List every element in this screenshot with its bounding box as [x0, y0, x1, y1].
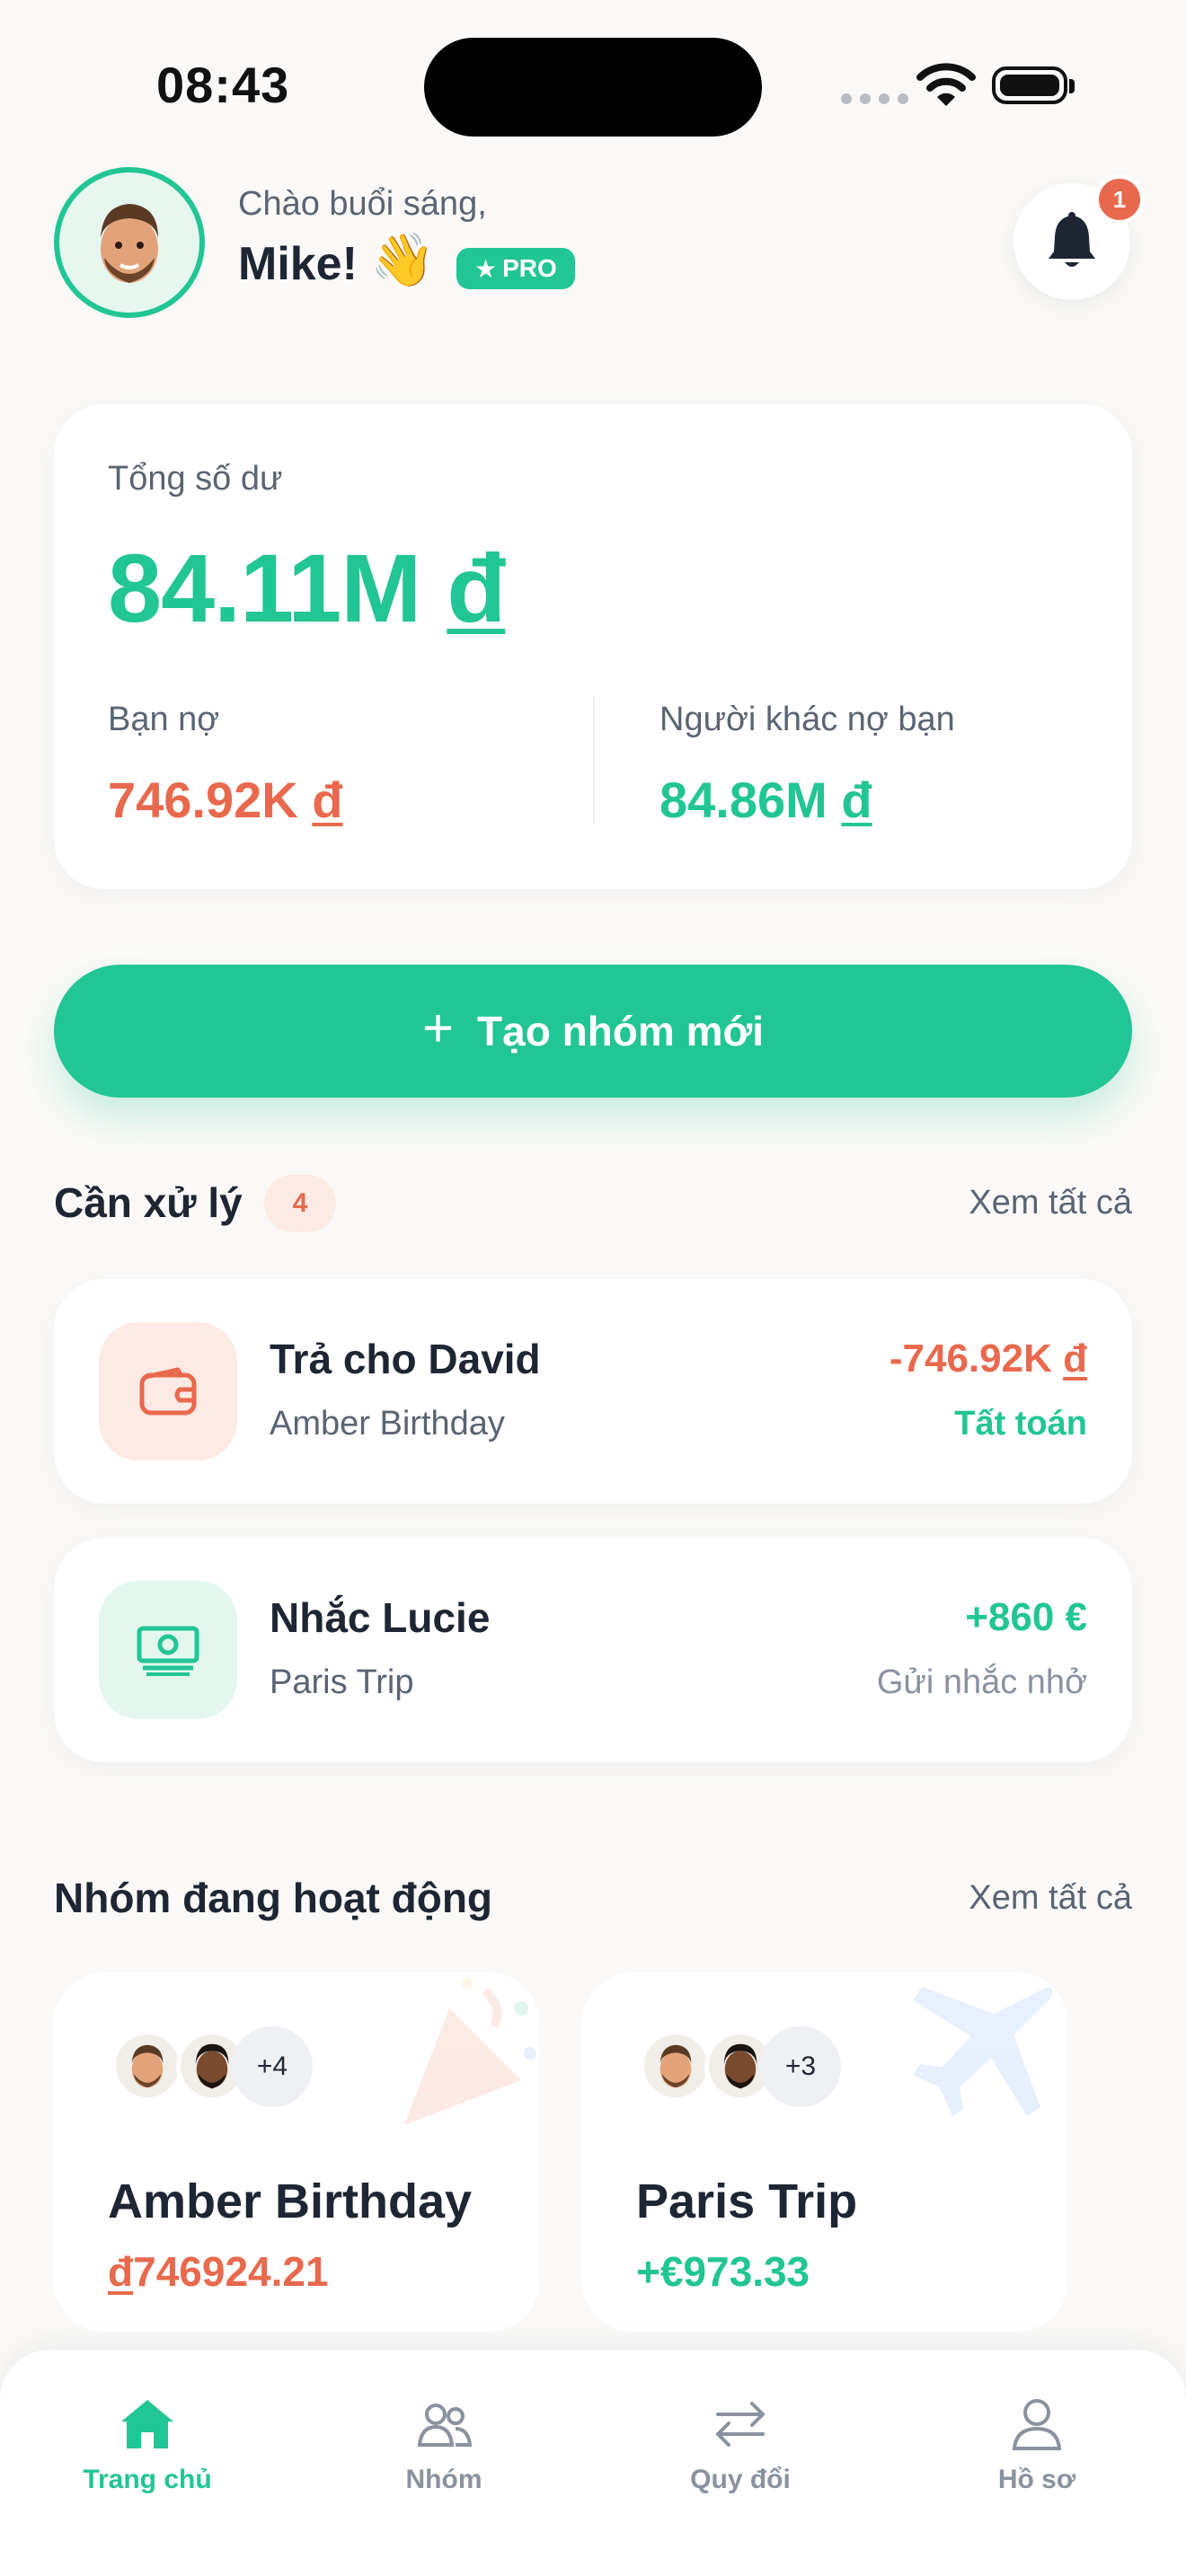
- you-owe-label: Bạn nợ: [108, 701, 220, 738]
- tab-label: Quy đổi: [690, 2465, 791, 2494]
- user-name: Mike!: [238, 238, 358, 290]
- battery-tip: [1069, 79, 1075, 93]
- waving-hand-icon: 👋: [370, 231, 436, 289]
- pending-section-title: Cần xử lý: [54, 1179, 243, 1226]
- notification-badge: 1: [1094, 174, 1145, 225]
- pending-item-title: Trả cho David: [270, 1336, 541, 1382]
- cash-icon: [99, 1581, 237, 1719]
- currency-symbol: đ: [841, 772, 872, 828]
- you-owe-value: 746.92K: [108, 772, 298, 828]
- exchange-icon: [716, 2402, 765, 2447]
- you-owe-amount: 746.92K đ: [108, 771, 343, 829]
- pending-item-title: Nhắc Lucie: [270, 1594, 491, 1641]
- dynamic-island: [424, 38, 762, 137]
- more-members-count: +3: [760, 2026, 841, 2107]
- wifi-icon: [916, 63, 976, 106]
- pending-item-amount: +860 €: [965, 1595, 1087, 1639]
- wallet-icon: [99, 1322, 237, 1460]
- currency-symbol: đ: [447, 534, 506, 642]
- pro-label: PRO: [502, 254, 557, 282]
- group-balance: đ746924.21: [108, 2247, 329, 2296]
- currency-symbol: đ: [108, 2248, 134, 2295]
- tab-label: Trang chủ: [83, 2465, 212, 2494]
- pending-count-badge: 4: [264, 1175, 336, 1232]
- groups-see-all-link[interactable]: Xem tất cả: [969, 1879, 1132, 1918]
- pro-badge: ★ PRO: [456, 248, 575, 289]
- create-group-label: Tạo nhóm mới: [477, 1008, 764, 1054]
- more-members-count: +4: [232, 2026, 313, 2107]
- cellular-signal-icon: [841, 93, 908, 104]
- member-avatar: [111, 2030, 183, 2102]
- tab-profile[interactable]: Hồ sơ: [947, 2396, 1127, 2495]
- active-groups-title: Nhóm đang hoạt động: [54, 1875, 493, 1921]
- pending-item-amount-value: -746.92K: [889, 1337, 1052, 1381]
- status-time: 08:43: [156, 57, 290, 113]
- tab-home[interactable]: Trang chủ: [58, 2396, 237, 2495]
- others-owe-amount: 84.86M đ: [659, 771, 872, 829]
- others-owe-label: Người khác nợ bạn: [659, 701, 955, 738]
- memoji-avatar-icon: [101, 204, 158, 283]
- member-avatar: [640, 2030, 712, 2102]
- plus-icon: +: [422, 998, 455, 1058]
- tab-label: Nhóm: [405, 2465, 482, 2494]
- pending-see-all-link[interactable]: Xem tất cả: [969, 1184, 1132, 1222]
- total-balance-value: 84.11M: [108, 534, 421, 642]
- pending-item-subtitle: Paris Trip: [270, 1663, 414, 1701]
- tab-label: Hồ sơ: [997, 2465, 1076, 2494]
- star-icon: ★: [474, 254, 498, 283]
- tab-groups[interactable]: Nhóm: [354, 2396, 534, 2495]
- pending-item-amount: -746.92K đ: [890, 1337, 1087, 1381]
- airplane-icon: [913, 1987, 1053, 2116]
- tab-exchange[interactable]: Quy đổi: [651, 2396, 830, 2495]
- pending-item-subtitle: Amber Birthday: [270, 1405, 505, 1442]
- balance-divider: [593, 697, 595, 825]
- create-group-button[interactable]: + Tạo nhóm mới: [54, 965, 1132, 1098]
- total-balance-amount: 84.11M đ: [108, 532, 506, 644]
- group-name: Paris Trip: [636, 2175, 858, 2228]
- home-icon: [121, 2400, 173, 2448]
- group-balance: +€973.33: [636, 2248, 810, 2295]
- currency-symbol: đ: [312, 772, 343, 828]
- currency-symbol: đ: [1063, 1337, 1087, 1381]
- profile-icon: [1012, 2399, 1062, 2450]
- battery-icon: [992, 66, 1067, 104]
- settle-button[interactable]: Tất toán: [954, 1405, 1087, 1443]
- greeting-text: Chào buổi sáng,: [238, 185, 487, 223]
- group-icon: [417, 2404, 473, 2447]
- others-owe-value: 84.86M: [659, 772, 828, 828]
- send-reminder-button[interactable]: Gửi nhắc nhở: [877, 1663, 1087, 1702]
- bell-icon: [1049, 212, 1095, 267]
- party-popper-icon: [404, 1978, 536, 2125]
- group-name: Amber Birthday: [108, 2175, 473, 2228]
- group-balance-value: 746924.21: [133, 2248, 329, 2295]
- user-avatar[interactable]: [54, 167, 205, 318]
- total-balance-label: Tổng số dư: [108, 460, 283, 498]
